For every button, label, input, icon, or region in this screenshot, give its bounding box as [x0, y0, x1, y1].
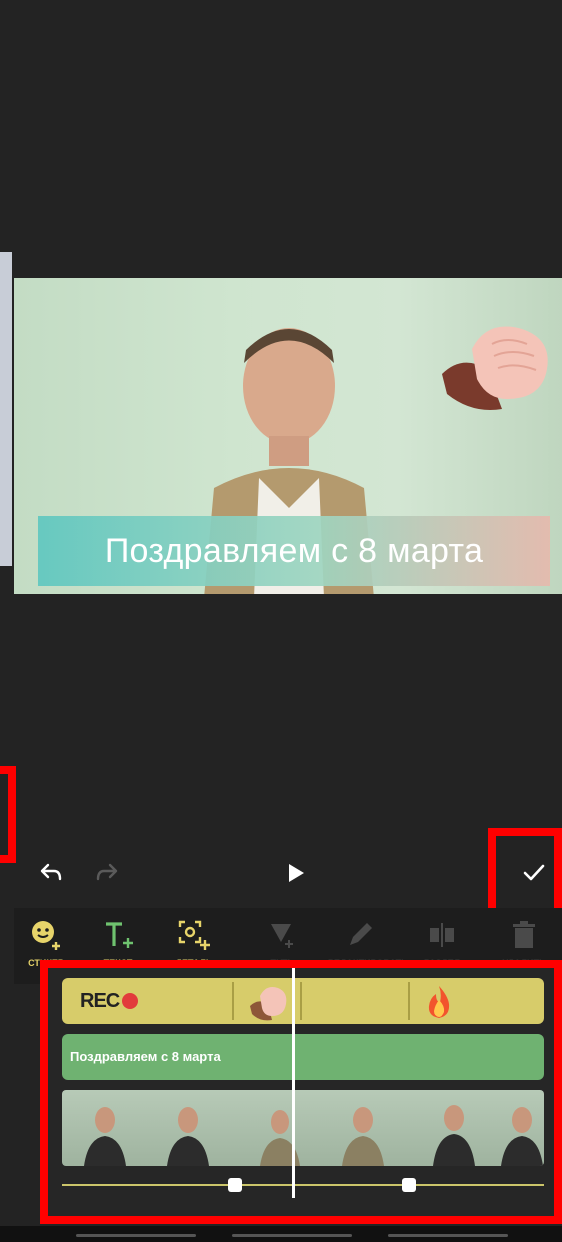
- play-icon: [289, 864, 304, 882]
- detail-add-icon: [178, 920, 210, 950]
- nav-indicator: [76, 1234, 196, 1237]
- confirm-button[interactable]: [514, 850, 554, 896]
- highlight-box-left: [0, 766, 16, 863]
- playback-controls: [14, 850, 562, 902]
- undo-button[interactable]: [32, 850, 72, 896]
- checkmark-icon: [523, 864, 545, 881]
- path-icon: [271, 924, 293, 948]
- split-icon: [430, 923, 454, 947]
- redo-icon: [96, 863, 118, 881]
- nav-indicator: [232, 1234, 352, 1237]
- sticker-add-icon: [32, 921, 60, 950]
- pencil-icon: [350, 923, 372, 945]
- video-preview[interactable]: Поздравляем с 8 марта: [14, 278, 562, 594]
- highlight-box-timeline: [40, 960, 562, 1224]
- text-add-icon: [106, 922, 133, 948]
- play-button[interactable]: [276, 850, 316, 896]
- hand-sticker[interactable]: [432, 314, 552, 414]
- trash-icon: [513, 921, 535, 948]
- system-nav-bar: [0, 1226, 562, 1242]
- undo-icon: [40, 863, 62, 881]
- nav-indicator: [388, 1234, 508, 1237]
- caption-text[interactable]: Поздравляем с 8 марта: [38, 516, 550, 586]
- previous-clip-thumbnail[interactable]: [0, 252, 12, 566]
- redo-button[interactable]: [86, 850, 126, 896]
